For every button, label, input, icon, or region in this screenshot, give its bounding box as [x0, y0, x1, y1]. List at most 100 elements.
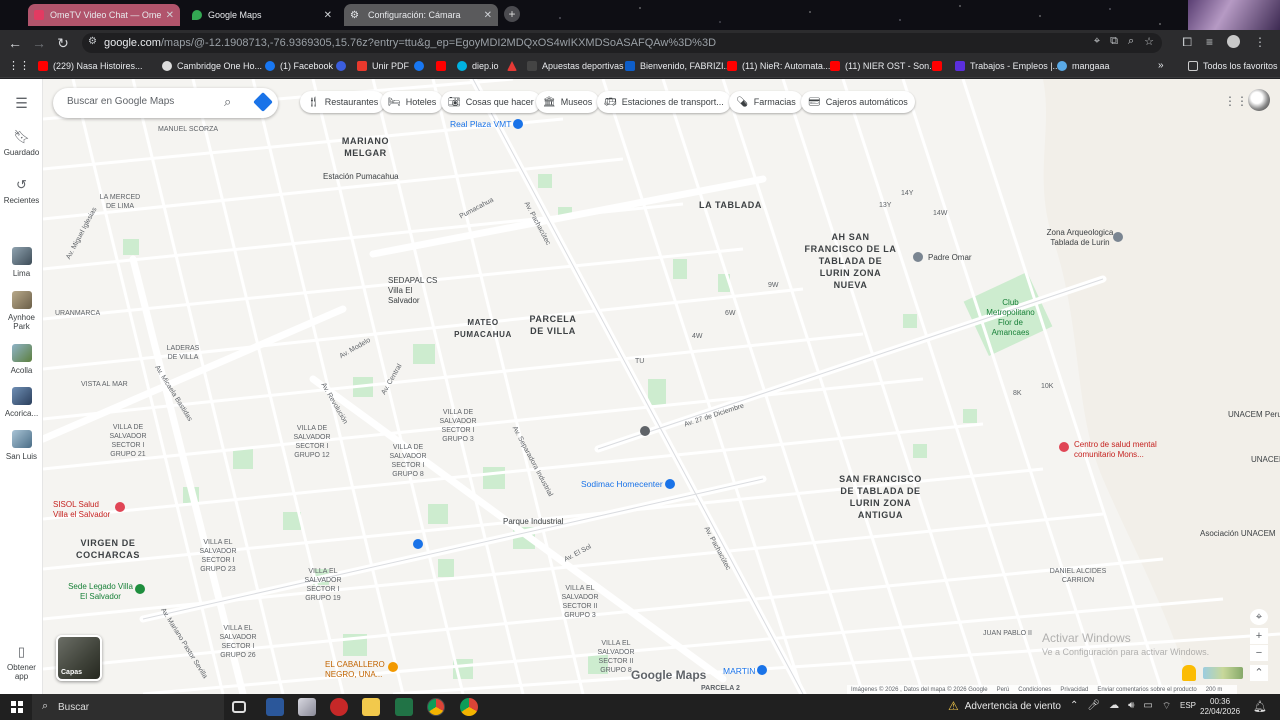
footer-terms[interactable]: Condiciones	[1018, 687, 1051, 693]
site-info-icon[interactable]: ⚙	[88, 36, 97, 47]
language-indicator[interactable]: ESP	[1180, 701, 1196, 710]
app-pinned-icon[interactable]	[298, 698, 316, 716]
recent-lima[interactable]: Lima	[0, 247, 43, 278]
bookmark-nier-ost[interactable]: (11) NIER OST - Son...	[830, 61, 937, 71]
weather-widget[interactable]: ⚠ Advertencia de viento	[948, 699, 1061, 713]
poi-sisol[interactable]: SISOL Salud Villa el Salvador	[53, 500, 115, 520]
zoom-in-button[interactable]: +	[1250, 628, 1268, 644]
chevron-up-icon[interactable]: ⌃	[1070, 700, 1078, 713]
star-bookmark-icon[interactable]: ☆	[1144, 35, 1154, 48]
file-explorer-icon[interactable]	[362, 698, 380, 716]
poi-real-plaza[interactable]: Real Plaza VMT	[450, 119, 511, 129]
bookmark-bienvenido[interactable]: Bienvenido, FABRIZI...	[625, 61, 731, 71]
recent-san-luis[interactable]: San Luis	[0, 430, 43, 461]
bookmark-facebook-2[interactable]	[414, 61, 429, 71]
layers-button[interactable]: Capas	[56, 635, 102, 681]
directions-icon[interactable]	[253, 92, 273, 112]
recent-acolla[interactable]: Acolla	[0, 344, 43, 375]
taskbar-search[interactable]: ⌕ Buscar	[32, 694, 224, 720]
reload-icon[interactable]: ↻	[51, 31, 75, 55]
chrome-profile-icon[interactable]	[460, 698, 478, 716]
poi-unacem-peru[interactable]: UNACEM Peru	[1228, 410, 1280, 419]
chip-museos[interactable]: 🏛︎ Museos	[536, 91, 600, 113]
forward-arrow-icon[interactable]: →	[27, 31, 51, 55]
tab-settings-camera[interactable]: ⚙ Configuración: Cámara ✕	[344, 4, 498, 26]
zoom-out-button[interactable]: −	[1250, 645, 1268, 661]
chrome-icon[interactable]	[427, 698, 445, 716]
profile-avatar[interactable]	[1227, 35, 1240, 48]
close-icon[interactable]: ✕	[484, 10, 492, 21]
account-avatar[interactable]	[1248, 89, 1270, 111]
footer-country[interactable]: Perú	[997, 687, 1010, 693]
all-bookmarks-folder[interactable]: Todos los favoritos	[1188, 61, 1278, 71]
recents-button[interactable]: ↺ Recientes	[0, 177, 43, 205]
poi-padre-omar[interactable]: Padre Omar	[928, 253, 972, 262]
bookmarks-overflow-icon[interactable]: »	[1158, 60, 1164, 71]
media-control-icon[interactable]: ≡	[1206, 35, 1213, 50]
bookmark-diep[interactable]: diep.io	[457, 61, 499, 71]
close-icon[interactable]: ✕	[166, 10, 174, 21]
poi-martin[interactable]: MARTIN	[723, 666, 755, 676]
notification-bell-icon[interactable]: 🔔︎	[1253, 700, 1267, 713]
bookmark-messenger[interactable]	[336, 61, 351, 71]
location-pin-icon[interactable]: ⌖	[1094, 35, 1100, 48]
install-app-icon[interactable]: ⧉	[1110, 35, 1118, 48]
poi-zona-arqueologica[interactable]: Zona Arqueologica Tablada de Lurin	[1040, 228, 1120, 248]
bookmark-unir-pdf[interactable]: Unir PDF	[357, 61, 409, 71]
map-canvas[interactable]: MARIANO MELGAR LA TABLADA AH SAN FRANCIS…	[43, 79, 1280, 694]
onedrive-icon[interactable]: ☁	[1109, 700, 1119, 713]
expand-icon[interactable]: ⌃	[1250, 665, 1268, 681]
poi-sodimac[interactable]: Sodimac Homecenter	[581, 479, 663, 489]
bookmark-warning[interactable]	[507, 61, 522, 71]
bookmark-facebook[interactable]: (1) Facebook	[265, 61, 333, 71]
poi-asociacion-unacem[interactable]: Asociación UNACEM	[1200, 529, 1276, 538]
saved-button[interactable]: 🔖︎ Guardado	[0, 129, 43, 157]
bookmark-trabajos[interactable]: Trabajos - Empleos |...	[955, 61, 1060, 71]
recent-acorica[interactable]: Acorica...	[0, 387, 43, 418]
footer-feedback[interactable]: Enviar comentarios sobre el producto	[1097, 687, 1196, 693]
apps-grid-icon[interactable]: ⋮⋮	[8, 59, 30, 72]
bookmark-youtube-3[interactable]	[932, 61, 947, 71]
bookmark-youtube-nasa[interactable]: (229) Nasa Histoires...	[38, 61, 143, 71]
poi-estacion-pumacahua[interactable]: Estación Pumacahua	[323, 172, 399, 181]
more-menu-icon[interactable]: ⋮	[1254, 35, 1266, 50]
poi-sede-legado[interactable]: Sede Legado Villa El Salvador	[68, 582, 133, 602]
windows-start-icon[interactable]	[11, 701, 23, 713]
my-location-icon[interactable]: ⌖	[1250, 609, 1268, 625]
mic-icon[interactable]: 🎤︎	[1087, 700, 1100, 713]
volume-icon[interactable]: 🔊︎	[1128, 700, 1134, 713]
word-icon[interactable]	[266, 698, 284, 716]
imagery-strip[interactable]	[1203, 667, 1243, 679]
back-arrow-icon[interactable]: ←	[3, 31, 27, 55]
chip-cajeros[interactable]: 💳︎ Cajeros automáticos	[801, 91, 915, 113]
poi-el-caballero[interactable]: EL CABALLERO NEGRO, UNA...	[325, 660, 385, 680]
poi-parque-industrial[interactable]: Parque Industrial	[503, 517, 563, 526]
address-bar[interactable]: ⚙ google.com/maps/@-12.1908713,-76.93693…	[82, 33, 1162, 53]
footer-privacy[interactable]: Privacidad	[1060, 687, 1088, 693]
chip-cosas-que-hacer[interactable]: 📷︎ Cosas que hacer	[441, 91, 541, 113]
bookmark-cambridge[interactable]: Cambridge One Ho...	[162, 61, 262, 71]
bookmark-youtube[interactable]	[436, 61, 451, 71]
close-icon[interactable]: ✕	[324, 10, 332, 21]
poi-sedapal[interactable]: SEDAPAL CS Villa El Salvador	[388, 276, 438, 306]
get-app-button[interactable]: ▯ Obtener app	[0, 644, 43, 681]
chip-farmacias[interactable]: 💊︎ Farmacias	[729, 91, 803, 113]
extensions-icon[interactable]: ⧠	[1182, 35, 1192, 50]
scale-bar[interactable]: 200 m	[1206, 687, 1223, 693]
bookmark-nier-automata[interactable]: (11) NieR: Automata...	[727, 61, 830, 71]
poi-centro-salud[interactable]: Centro de salud mental comunitario Mons.…	[1074, 440, 1184, 460]
network-icon[interactable]: ⌔	[1162, 700, 1171, 713]
poi-club-metropolitano[interactable]: Club Metropolitano Flor de Amancaes	[983, 298, 1038, 338]
clock[interactable]: 00:36 22/04/2026	[1200, 697, 1240, 717]
new-tab-button[interactable]: +	[504, 6, 520, 22]
zoom-icon[interactable]: ⌕	[1128, 35, 1134, 48]
excel-icon[interactable]	[395, 698, 413, 716]
search-input[interactable]	[67, 96, 217, 107]
poi-unacem[interactable]: UNACEM	[1251, 455, 1280, 464]
task-view-icon[interactable]	[232, 701, 246, 713]
tab-ometv[interactable]: OmeTV Video Chat — Ome ✕	[28, 4, 180, 26]
bookmark-apuestas[interactable]: Apuestas deportivas	[527, 61, 624, 71]
tab-google-maps[interactable]: Google Maps ✕	[186, 4, 338, 26]
media-app-icon[interactable]	[330, 698, 348, 716]
battery-icon[interactable]: ▭	[1143, 700, 1152, 713]
